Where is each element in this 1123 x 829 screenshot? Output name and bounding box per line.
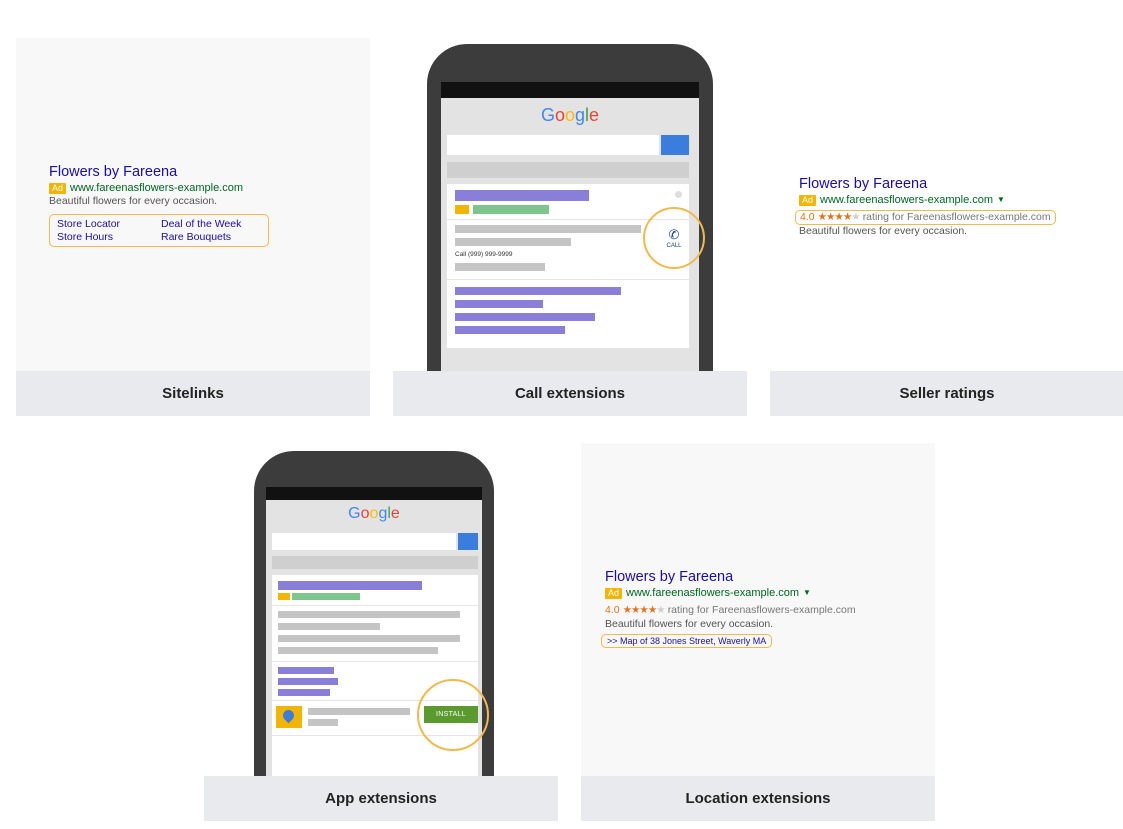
result-ad-badge	[455, 205, 469, 214]
call-number[interactable]: Call (999) 999-9999	[455, 251, 512, 258]
ad-snippet: Flowers by Fareena Ad www.fareenasflower…	[49, 164, 269, 247]
call-illustration: Google Call (999) 999-9999 ✆ CALL	[393, 38, 747, 371]
result-url-line	[473, 205, 549, 214]
rating-text: rating for Fareenasflowers-example.com	[862, 211, 1051, 223]
card-seller-ratings: Flowers by Fareena Ad www.fareenasflower…	[770, 38, 1123, 416]
result-divider	[447, 279, 689, 280]
result-text-line	[455, 238, 571, 246]
ad-url: www.fareenasflowers-example.com	[820, 194, 994, 206]
results-bar	[447, 162, 689, 178]
phone-top-bar	[441, 82, 699, 98]
result-text-line	[455, 225, 641, 233]
ad-url: www.fareenasflowers-example.com	[70, 182, 244, 194]
search-button[interactable]	[458, 533, 478, 550]
ad-snippet: Flowers by Fareena Ad www.fareenasflower…	[601, 569, 856, 649]
call-button[interactable]: ✆ CALL	[643, 207, 705, 269]
ad-url-row: Ad www.fareenasflowers-example.com	[49, 181, 269, 195]
result-text-line	[278, 647, 438, 654]
google-logo: Google	[540, 105, 600, 125]
sitelink-store-hours[interactable]: Store Hours	[57, 231, 161, 243]
ad-url-row: Ad www.fareenasflowers-example.com ▼	[605, 586, 856, 600]
install-button[interactable]: INSTALL	[424, 706, 478, 723]
ad-description: Beautiful flowers for every occasion.	[49, 195, 218, 207]
result-text-line	[278, 611, 460, 618]
caption-sitelinks: Sitelinks	[16, 371, 370, 416]
result-menu-dot	[675, 191, 682, 198]
result-divider	[272, 605, 478, 606]
result-text-line	[278, 635, 460, 642]
result-link-line	[455, 287, 621, 295]
google-logo: Google	[348, 505, 400, 522]
star-rating-icon: ★★★★★	[817, 211, 861, 223]
card-location-extensions: Flowers by Fareena Ad www.fareenasflower…	[581, 443, 935, 821]
star-rating-icon: ★★★★★	[622, 604, 666, 616]
ad-title[interactable]: Flowers by Fareena	[799, 176, 1056, 193]
caption-call-extensions: Call extensions	[393, 371, 747, 416]
result-ad-badge	[278, 593, 290, 600]
call-label: CALL	[666, 242, 682, 249]
caption-seller-ratings: Seller ratings	[770, 371, 1123, 416]
ad-title[interactable]: Flowers by Fareena	[605, 569, 856, 586]
caption-app-extensions: App extensions	[204, 776, 558, 821]
sitelink-deal-of-the-week[interactable]: Deal of the Week	[161, 218, 261, 230]
result-link-line	[455, 300, 543, 308]
rating-value: 4.0	[800, 211, 815, 223]
card-sitelinks: Flowers by Fareena Ad www.fareenasflower…	[16, 38, 370, 416]
search-box[interactable]	[272, 533, 456, 550]
map-pin-icon	[280, 707, 297, 724]
app-text-line	[308, 708, 410, 715]
result-text-line	[278, 623, 380, 630]
rating-text: rating for Fareenasflowers-example.com	[667, 604, 856, 616]
result-url-line	[292, 593, 360, 600]
phone-top-bar	[266, 487, 482, 500]
result-link-line	[455, 326, 565, 334]
ad-title[interactable]: Flowers by Fareena	[49, 164, 269, 181]
sitelink-store-locator[interactable]: Store Locator	[57, 218, 161, 230]
search-button[interactable]	[661, 135, 689, 155]
sitelinks-box: Store Locator Deal of the Week Store Hou…	[49, 214, 269, 247]
result-link-line	[278, 678, 338, 685]
search-box[interactable]	[447, 135, 659, 155]
rating-value: 4.0	[605, 604, 620, 616]
ad-description: Beautiful flowers for every occasion.	[799, 225, 968, 237]
sitelinks-illustration: Flowers by Fareena Ad www.fareenasflower…	[16, 38, 370, 371]
caret-down-icon[interactable]: ▼	[997, 193, 1005, 207]
results-bar	[272, 556, 478, 569]
seller-rating: 4.0 ★★★★★ rating for Fareenasflowers-exa…	[605, 604, 856, 617]
ad-url-row: Ad www.fareenasflowers-example.com ▼	[799, 193, 1056, 207]
sitelink-rare-bouquets[interactable]: Rare Bouquets	[161, 231, 261, 243]
caption-location-extensions: Location extensions	[581, 776, 935, 821]
app-icon	[276, 706, 302, 728]
result-link-line	[278, 689, 330, 696]
ad-url: www.fareenasflowers-example.com	[626, 587, 800, 599]
phone-icon: ✆	[668, 226, 680, 242]
result-divider	[272, 661, 478, 662]
result-link-line	[278, 667, 334, 674]
ad-badge: Ad	[605, 587, 623, 599]
result-title-line	[455, 190, 589, 201]
map-link[interactable]: >> Map of 38 Jones Street, Waverly MA	[601, 634, 773, 648]
card-app-extensions: Google INSTALL App extensions	[204, 443, 558, 821]
ad-badge: Ad	[49, 182, 67, 194]
app-text-line	[308, 719, 338, 726]
card-call-extensions: Google Call (999) 999-9999 ✆ CALL Call e…	[393, 38, 747, 416]
result-link-line	[455, 313, 595, 321]
ad-description: Beautiful flowers for every occasion.	[605, 618, 774, 630]
caret-down-icon[interactable]: ▼	[803, 586, 811, 600]
result-card: Call (999) 999-9999	[447, 184, 689, 348]
ad-badge: Ad	[799, 194, 817, 206]
result-title-line	[278, 581, 422, 590]
seller-illustration: Flowers by Fareena Ad www.fareenasflower…	[770, 38, 1123, 371]
app-illustration: Google INSTALL	[204, 443, 558, 776]
seller-rating-box: 4.0 ★★★★★ rating for Fareenasflowers-exa…	[795, 210, 1056, 225]
location-illustration: Flowers by Fareena Ad www.fareenasflower…	[581, 443, 935, 776]
ad-snippet: Flowers by Fareena Ad www.fareenasflower…	[795, 176, 1056, 238]
result-text-line	[455, 263, 545, 271]
